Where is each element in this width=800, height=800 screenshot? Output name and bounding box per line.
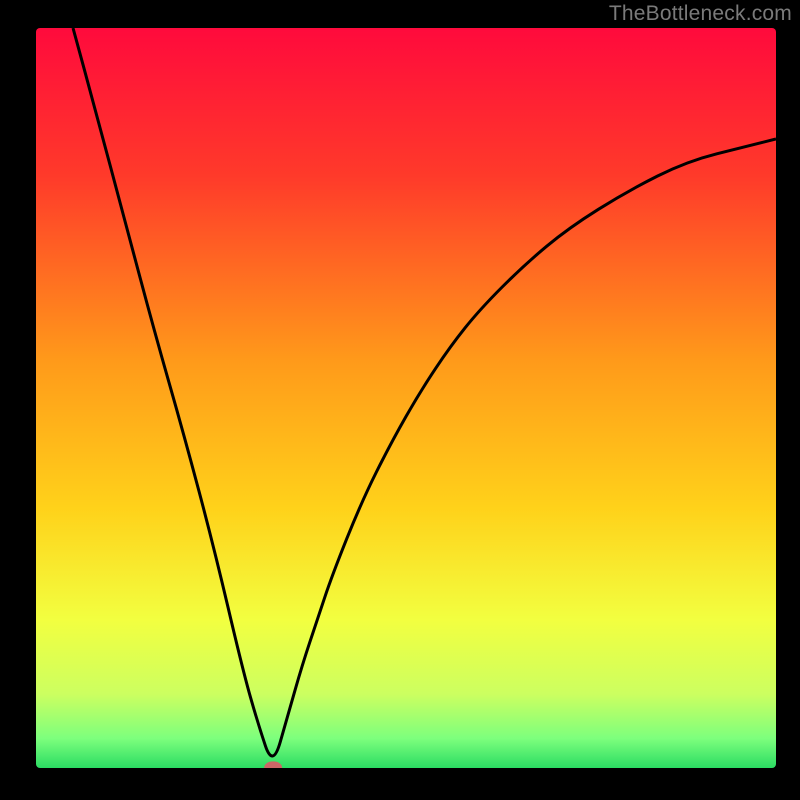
bottleneck-curve (36, 28, 776, 768)
minimum-marker (264, 761, 282, 768)
attribution-text: TheBottleneck.com (609, 2, 792, 26)
chart-frame: TheBottleneck.com (0, 0, 800, 800)
plot-area (36, 28, 776, 768)
